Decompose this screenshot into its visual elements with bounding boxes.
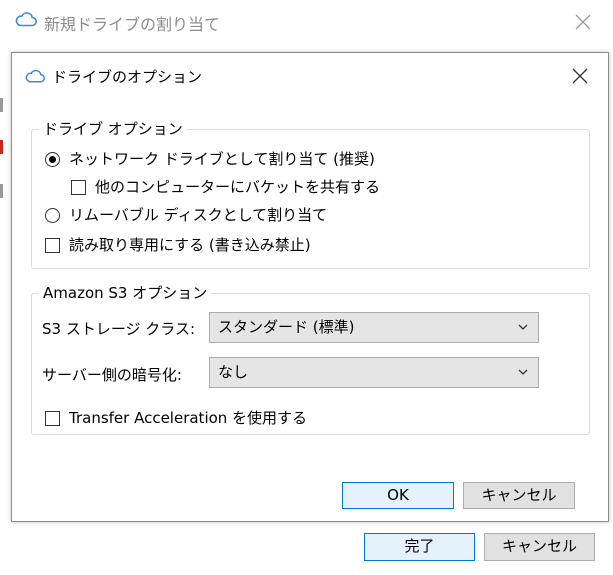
transfer-acceleration-option[interactable]: Transfer Acceleration を使用する bbox=[45, 409, 307, 427]
share-bucket-option[interactable]: 他のコンピューターにバケットを共有する bbox=[71, 178, 380, 196]
storage-class-value: スタンダード (標準) bbox=[218, 318, 355, 336]
share-bucket-checkbox[interactable] bbox=[71, 179, 86, 195]
network-drive-label: ネットワーク ドライブとして割り当て (推奨) bbox=[69, 150, 375, 168]
network-drive-radio[interactable] bbox=[45, 151, 60, 167]
encryption-select[interactable]: なし bbox=[209, 357, 539, 388]
encryption-value: なし bbox=[218, 363, 249, 381]
share-bucket-label: 他のコンピューターにバケットを共有する bbox=[95, 178, 381, 196]
chevron-down-icon bbox=[518, 324, 528, 330]
read-only-label: 読み取り専用にする (書き込み禁止) bbox=[69, 236, 311, 254]
close-icon[interactable] bbox=[571, 67, 589, 85]
transfer-acceleration-label: Transfer Acceleration を使用する bbox=[69, 409, 308, 427]
removable-disk-option[interactable]: リムーバブル ディスクとして割り当て bbox=[45, 206, 327, 224]
read-only-checkbox[interactable] bbox=[45, 237, 60, 253]
dialog-title: ドライブのオプション bbox=[52, 68, 203, 86]
outer-window-footer: 完了 キャンセル bbox=[0, 524, 613, 575]
outer-window-titlebar: 新規ドライブの割り当て bbox=[0, 0, 613, 44]
outer-window-title: 新規ドライブの割り当て bbox=[44, 15, 221, 34]
s3-options-group: Amazon S3 オプション S3 ストレージ クラス: スタンダード (標準… bbox=[31, 284, 590, 435]
outer-cancel-button[interactable]: キャンセル bbox=[484, 533, 595, 561]
drive-options-dialog: ドライブのオプション ドライブ オプション ネットワーク ドライブとして割り当て… bbox=[11, 52, 609, 522]
cloud-icon bbox=[15, 12, 37, 27]
chevron-down-icon bbox=[518, 369, 528, 375]
strip-mark bbox=[0, 98, 3, 112]
drive-options-group: ドライブ オプション ネットワーク ドライブとして割り当て (推奨) 他のコンピ… bbox=[31, 120, 590, 269]
storage-class-label: S3 ストレージ クラス: bbox=[42, 320, 196, 338]
read-only-option[interactable]: 読み取り専用にする (書き込み禁止) bbox=[45, 236, 311, 254]
encryption-label: サーバー側の暗号化: bbox=[42, 366, 182, 384]
cloud-icon bbox=[25, 69, 45, 83]
transfer-acceleration-checkbox[interactable] bbox=[45, 410, 60, 426]
close-icon[interactable] bbox=[573, 12, 593, 32]
removable-disk-radio[interactable] bbox=[45, 207, 60, 223]
ok-button[interactable]: OK bbox=[342, 482, 454, 509]
network-drive-option[interactable]: ネットワーク ドライブとして割り当て (推奨) bbox=[45, 150, 375, 168]
s3-options-legend: Amazon S3 オプション bbox=[39, 284, 212, 302]
dialog-cancel-button[interactable]: キャンセル bbox=[463, 482, 575, 509]
storage-class-select[interactable]: スタンダード (標準) bbox=[209, 312, 539, 343]
drive-options-legend: ドライブ オプション bbox=[39, 120, 187, 138]
done-button[interactable]: 完了 bbox=[364, 533, 475, 561]
strip-mark bbox=[0, 184, 3, 198]
strip-mark bbox=[0, 140, 3, 154]
removable-disk-label: リムーバブル ディスクとして割り当て bbox=[69, 206, 328, 224]
